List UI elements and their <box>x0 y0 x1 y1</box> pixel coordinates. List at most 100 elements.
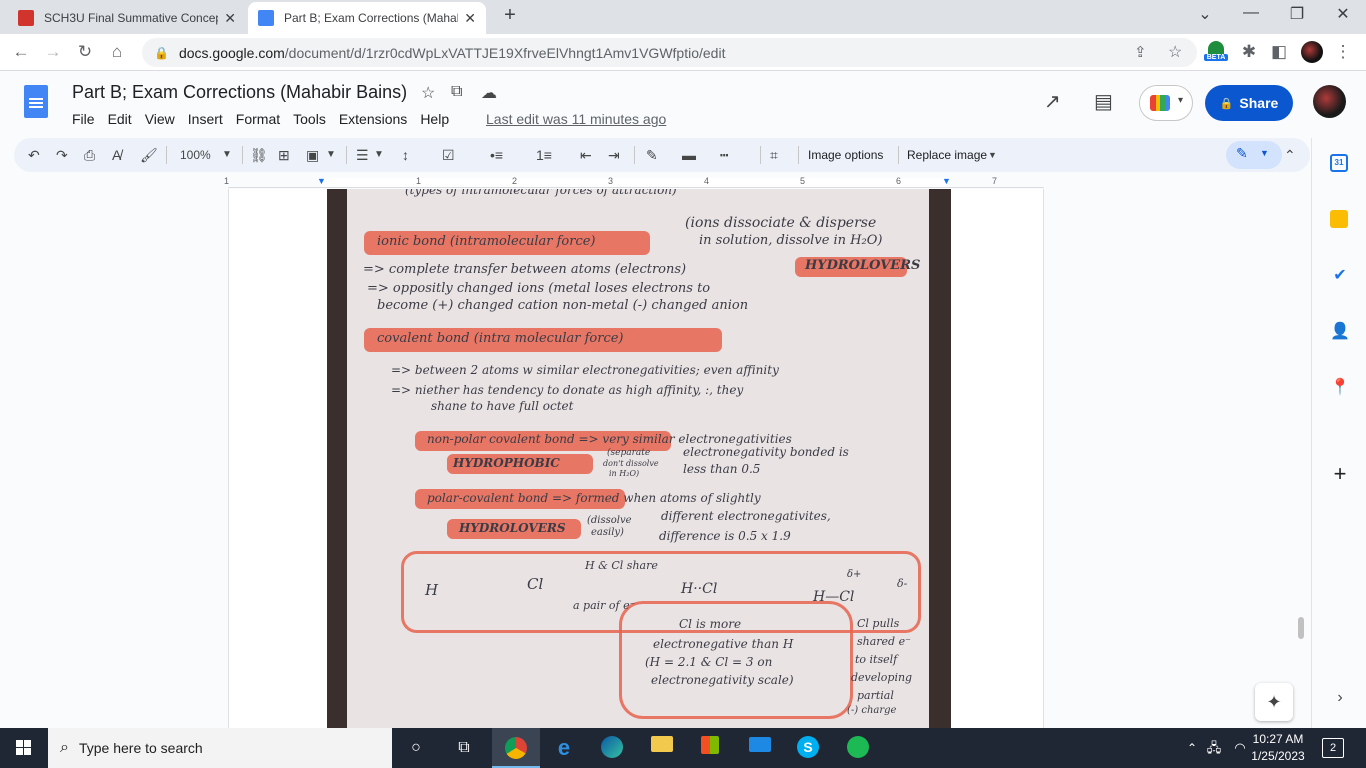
menu-insert[interactable]: Insert <box>188 111 223 127</box>
checklist-icon[interactable]: ☑ <box>442 145 455 165</box>
chevron-down-icon[interactable]: ▼ <box>374 145 384 165</box>
side-panel-icon[interactable]: ◧ <box>1268 41 1290 63</box>
insert-link-icon[interactable]: ⛓ <box>250 145 268 165</box>
profile-avatar[interactable] <box>1301 41 1323 63</box>
menu-file[interactable]: File <box>72 111 95 127</box>
spellcheck-icon[interactable]: A̸ <box>112 145 121 165</box>
clock-date: 1/25/2023 <box>1251 749 1305 763</box>
restore-icon[interactable]: ❐ <box>1282 4 1312 24</box>
tab-part-b[interactable]: Part B; Exam Corrections (Mahab ✕ <box>248 2 486 34</box>
new-tab-button[interactable]: + <box>498 4 522 28</box>
docs-logo-icon[interactable] <box>24 85 48 118</box>
extension-beta-icon[interactable]: BETA <box>1204 41 1228 65</box>
maps-icon[interactable]: 📍 <box>1330 378 1350 398</box>
forward-icon[interactable]: → <box>42 41 64 63</box>
start-button[interactable] <box>0 728 48 768</box>
close-icon[interactable]: ✕ <box>224 10 236 27</box>
editing-mode-button[interactable]: ✎ ▼ <box>1226 141 1282 169</box>
account-avatar[interactable] <box>1313 85 1346 118</box>
comments-icon[interactable]: ▤ <box>1094 89 1113 114</box>
calendar-icon[interactable]: 31 <box>1330 154 1350 174</box>
star-icon[interactable]: ☆ <box>421 83 435 103</box>
keep-icon[interactable] <box>1330 210 1350 230</box>
move-folder-icon[interactable]: ⧉ <box>451 83 462 101</box>
right-indent-marker[interactable]: ▼ <box>942 176 951 186</box>
menu-extensions[interactable]: Extensions <box>339 111 407 127</box>
border-color-icon[interactable]: ✎ <box>646 145 658 165</box>
back-icon[interactable]: ← <box>10 41 32 63</box>
spotify-icon[interactable] <box>846 736 870 760</box>
chrome-menu-icon[interactable]: ⋮ <box>1332 41 1354 63</box>
document-title[interactable]: Part B; Exam Corrections (Mahabir Bains) <box>72 82 407 103</box>
print-icon[interactable]: ⎙ <box>84 145 95 165</box>
notes-image[interactable]: (types of intramolecular forces of attra… <box>327 189 951 728</box>
menu-help[interactable]: Help <box>420 111 449 127</box>
paint-format-icon[interactable]: 🖌 <box>140 145 158 165</box>
show-side-panel-icon[interactable]: › <box>1330 688 1350 708</box>
hide-menus-icon[interactable]: ⌃ <box>1284 145 1296 165</box>
taskbar-search[interactable]: ⌕ Type here to search <box>48 728 392 768</box>
undo-icon[interactable]: ↶ <box>28 145 40 165</box>
summative-favicon-icon <box>18 10 34 26</box>
window-close-icon[interactable]: ✕ <box>1328 4 1358 24</box>
tasks-icon[interactable]: ✔ <box>1330 266 1350 286</box>
add-comment-icon[interactable]: ⊞ <box>278 145 290 165</box>
menu-edit[interactable]: Edit <box>108 111 132 127</box>
share-button[interactable]: 🔒 Share <box>1205 85 1293 121</box>
decrease-indent-icon[interactable]: ⇤ <box>580 145 592 165</box>
task-view-icon[interactable]: ⧉ <box>452 736 476 760</box>
cortana-icon[interactable]: ○ <box>404 736 428 760</box>
explore-button[interactable]: ✦ <box>1255 683 1293 721</box>
insert-image-icon[interactable]: ▣ <box>306 145 319 165</box>
notification-center-icon[interactable]: 2 <box>1322 738 1344 758</box>
line-spacing-icon[interactable]: ↕ <box>402 145 409 165</box>
chevron-down-icon[interactable]: ▼ <box>222 145 232 165</box>
crop-image-icon[interactable]: ⌗ <box>770 145 778 165</box>
border-dash-icon[interactable]: ┅ <box>720 145 728 165</box>
share-page-icon[interactable]: ⇪ <box>1134 43 1147 61</box>
chevron-down-icon[interactable]: ▼ <box>988 145 997 165</box>
store-icon[interactable] <box>698 736 722 760</box>
menu-view[interactable]: View <box>145 111 175 127</box>
contacts-icon[interactable]: 👤 <box>1330 322 1350 342</box>
mail-icon[interactable] <box>748 736 772 760</box>
extensions-puzzle-icon[interactable]: ✱ <box>1238 41 1260 63</box>
file-explorer-icon[interactable] <box>650 736 674 760</box>
system-clock[interactable]: 10:27 AM 1/25/2023 <box>1248 731 1308 765</box>
increase-indent-icon[interactable]: ⇥ <box>608 145 620 165</box>
home-icon[interactable]: ⌂ <box>106 41 128 63</box>
last-edit-link[interactable]: Last edit was 11 minutes ago <box>486 111 666 127</box>
document-page: (types of intramolecular forces of attra… <box>228 189 1044 728</box>
menu-format[interactable]: Format <box>236 111 280 127</box>
replace-image-button[interactable]: Replace image <box>907 145 987 165</box>
left-indent-marker[interactable]: ▼ <box>317 176 326 186</box>
edge-icon[interactable] <box>600 736 624 760</box>
get-addons-icon[interactable]: + <box>1330 463 1350 485</box>
cloud-saved-icon[interactable]: ☁ <box>481 83 497 103</box>
tab-sch3u[interactable]: SCH3U Final Summative Concept ✕ <box>8 2 246 34</box>
meet-button[interactable]: ▾ <box>1139 85 1193 121</box>
network-device-icon[interactable]: 🖧 <box>1202 736 1226 760</box>
numbered-list-icon[interactable]: 1≡ <box>536 145 552 165</box>
close-icon[interactable]: ✕ <box>464 10 476 27</box>
show-hidden-icons-icon[interactable]: ⌃ <box>1180 736 1204 760</box>
tab-search-icon[interactable]: ⌄ <box>1190 4 1220 24</box>
minimize-icon[interactable]: — <box>1236 4 1266 22</box>
bookmark-star-icon[interactable]: ☆ <box>1168 42 1182 62</box>
image-options-button[interactable]: Image options <box>808 145 883 165</box>
zoom-select[interactable]: 100% <box>180 145 211 165</box>
border-weight-icon[interactable]: ▬ <box>682 145 696 165</box>
align-left-icon[interactable]: ☰ <box>356 145 369 165</box>
menu-tools[interactable]: Tools <box>293 111 326 127</box>
chevron-down-icon[interactable]: ▼ <box>326 145 336 165</box>
skype-icon[interactable]: S <box>796 736 820 760</box>
vertical-scrollbar[interactable] <box>1298 617 1304 639</box>
activity-trend-icon[interactable]: ↗ <box>1044 89 1061 114</box>
reload-icon[interactable]: ↻ <box>74 41 96 63</box>
chrome-taskbar-button[interactable] <box>492 728 540 768</box>
chevron-down-icon: ▼ <box>1260 148 1269 158</box>
bulleted-list-icon[interactable]: •≡ <box>490 145 503 165</box>
address-bar[interactable]: 🔒 docs.google.com/document/d/1rzr0cdWpLx… <box>142 38 1197 67</box>
redo-icon[interactable]: ↷ <box>56 145 68 165</box>
internet-explorer-icon[interactable]: e <box>552 736 576 760</box>
